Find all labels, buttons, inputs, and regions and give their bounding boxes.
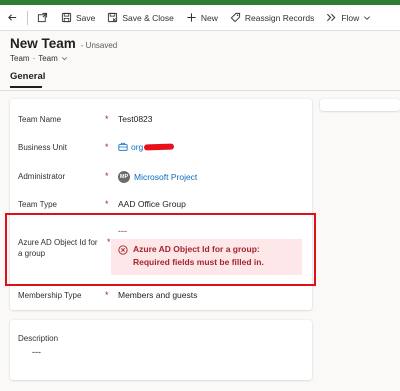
flow-label: Flow [341,12,360,23]
form-selector[interactable]: Team [38,54,58,63]
field-label: Business Unit [18,143,67,152]
side-section [320,99,400,111]
required-marker: * [105,171,109,181]
save-button[interactable]: Save [55,5,101,31]
chevron-down-icon[interactable] [61,55,68,62]
command-bar: Save Save & Close New Reassign Records F… [0,5,400,31]
flow-icon [327,13,336,22]
plus-icon [187,13,196,22]
command-separator [27,10,28,25]
field-label: Team Name [18,115,62,124]
tab-selected-indicator [10,86,42,88]
field-administrator: Administrator * MP Microsoft Project [18,171,197,183]
chevron-down-icon [364,15,371,20]
tabs-divider [0,90,400,91]
required-marker: * [105,114,109,124]
required-marker: * [107,237,111,247]
form-header: New Team - Unsaved Team · Team [10,36,117,63]
field-description: Description [18,333,98,344]
popout-icon [37,12,48,23]
field-label: Administrator [18,172,66,181]
required-marker: * [105,142,109,152]
tag-icon [230,12,240,23]
flow-button[interactable]: Flow [320,5,377,31]
new-button[interactable]: New [180,5,224,31]
field-label: Membership Type [18,291,82,300]
save-label: Save [76,12,96,23]
field-team-type: Team Type * AAD Office Group [18,199,186,210]
administrator-lookup[interactable]: MP Microsoft Project [118,171,197,183]
administrator-value: Microsoft Project [134,172,198,182]
open-in-new-window-button[interactable] [30,5,55,31]
save-icon [61,12,72,23]
back-button[interactable] [0,5,25,31]
back-arrow-icon [8,14,17,21]
description-section [10,320,312,380]
team-name-input[interactable]: Test0823 [118,114,153,124]
field-business-unit: Business Unit * org [18,142,175,153]
error-circle-icon [118,245,128,255]
field-azure-ad-object-id: Azure AD Object Id for a group * [18,237,111,259]
header-separator: · [32,54,36,63]
field-label: Azure AD Object Id for a group [18,238,98,258]
save-close-label: Save & Close [122,12,174,23]
reassign-label: Reassign Records [244,12,315,23]
error-message: Azure AD Object Id for a group: Required… [111,239,302,275]
new-label: New [200,12,218,23]
membership-type-select[interactable]: Members and guests [118,290,197,300]
error-text: Azure AD Object Id for a group: Required… [133,244,264,267]
save-and-close-button[interactable]: Save & Close [101,5,180,31]
business-unit-icon [118,142,128,151]
page-title: New Team [10,36,76,51]
azure-id-input[interactable]: --- [118,226,127,236]
redaction-mark [144,143,175,151]
description-input[interactable]: --- [32,347,41,357]
field-team-name: Team Name * Test0823 [18,114,153,125]
save-status: - Unsaved [80,41,118,50]
entity-name: Team [10,54,30,63]
required-marker: * [105,199,109,209]
save-close-icon [108,12,118,23]
team-type-select[interactable]: AAD Office Group [118,199,186,209]
field-label: Description [18,334,59,343]
tab-general[interactable]: General [10,71,45,82]
field-label: Team Type [18,200,57,209]
required-marker: * [105,290,109,300]
avatar: MP [118,171,130,183]
reassign-records-button[interactable]: Reassign Records [224,5,320,31]
field-membership-type: Membership Type * Members and guests [18,290,197,301]
business-unit-value: org [131,142,144,152]
business-unit-lookup[interactable]: org [118,142,175,152]
